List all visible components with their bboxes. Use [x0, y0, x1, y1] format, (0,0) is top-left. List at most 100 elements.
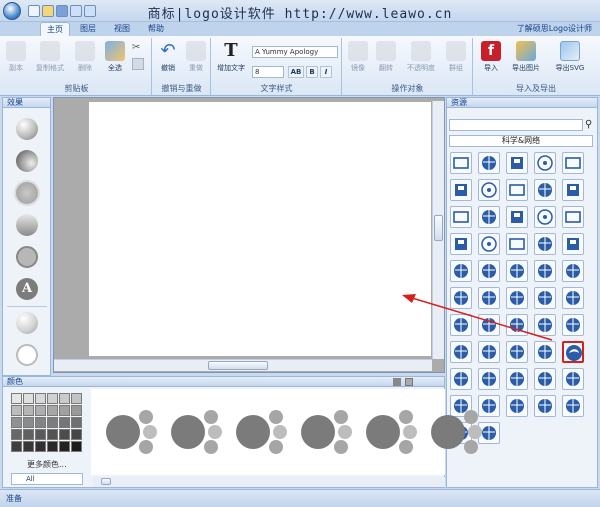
color-preview-item[interactable]	[170, 407, 235, 457]
resource-mouse-3-icon[interactable]	[562, 233, 584, 255]
color-swatch[interactable]	[23, 429, 34, 440]
resource-drive-icon[interactable]	[450, 233, 472, 255]
effect-gloss-button[interactable]	[16, 118, 38, 140]
resource-pc-icon[interactable]	[506, 206, 528, 228]
tab-help[interactable]: 帮助	[142, 22, 170, 36]
color-swatch[interactable]	[35, 441, 46, 452]
color-swatch[interactable]	[59, 393, 70, 404]
color-swatch[interactable]	[23, 393, 34, 404]
more-colors-link[interactable]: 更多颜色...	[27, 459, 67, 470]
effect-text-icon[interactable]: A	[16, 278, 38, 300]
learn-more-link[interactable]: 了解硕思Logo设计师	[517, 23, 592, 34]
resource-mouse-2-icon[interactable]	[506, 233, 528, 255]
resource-map-pieces-icon[interactable]	[562, 314, 584, 336]
color-swatch[interactable]	[71, 429, 82, 440]
resource-mouse-icon[interactable]	[478, 233, 500, 255]
resource-planet-icon[interactable]	[534, 368, 556, 390]
paste-icon[interactable]	[132, 58, 144, 70]
color-preview-item[interactable]	[430, 407, 495, 457]
bold-button[interactable]: B	[306, 66, 318, 78]
text-case-button[interactable]: AB	[288, 66, 304, 78]
resource-globe-grid-icon[interactable]	[562, 368, 584, 390]
export-image-button[interactable]: 导出图片	[506, 41, 546, 73]
flip-button[interactable]: 翻转	[373, 41, 399, 73]
resource-floppy-2-icon[interactable]	[562, 206, 584, 228]
color-swatch[interactable]	[47, 405, 58, 416]
resource-burst-icon[interactable]	[450, 368, 472, 390]
color-swatch[interactable]	[47, 441, 58, 452]
color-swatch[interactable]	[59, 429, 70, 440]
effect-none-button[interactable]	[16, 344, 38, 366]
search-icon[interactable]: ⚲	[585, 119, 592, 130]
delete-button[interactable]: 删除	[72, 41, 98, 73]
horizontal-scroll-thumb[interactable]	[208, 361, 268, 370]
resource-world-map-icon[interactable]	[478, 260, 500, 282]
resource-monitor-2-icon[interactable]	[562, 152, 584, 174]
colors-scroll-thumb[interactable]	[101, 478, 111, 485]
color-swatch[interactable]	[71, 405, 82, 416]
font-size-select[interactable]: 8	[252, 66, 284, 78]
effect-shadow-button[interactable]	[16, 150, 38, 172]
effect-border-button[interactable]	[16, 182, 38, 204]
resource-printer-2-icon[interactable]	[450, 206, 472, 228]
opacity-button[interactable]: 不透明度	[401, 41, 441, 73]
tab-home[interactable]: 主页	[40, 22, 70, 36]
resource-printer-icon[interactable]	[478, 179, 500, 201]
design-canvas[interactable]	[89, 102, 431, 356]
resource-floppy-icon[interactable]	[562, 179, 584, 201]
eyedropper-icon[interactable]	[393, 378, 401, 386]
resource-category-select[interactable]: 科学&网络	[449, 135, 593, 147]
color-swatch[interactable]	[35, 393, 46, 404]
color-swatch[interactable]	[11, 429, 22, 440]
color-preview-item[interactable]	[300, 407, 365, 457]
vertical-scroll-thumb[interactable]	[434, 215, 443, 241]
resource-computer-icon[interactable]	[534, 152, 556, 174]
resource-globe-arrow-icon[interactable]	[562, 395, 584, 417]
resource-monitor-chart-icon[interactable]	[506, 179, 528, 201]
resource-globe-icon[interactable]	[450, 260, 472, 282]
effect-emboss-button[interactable]	[16, 312, 38, 334]
resource-laptop-icon[interactable]	[478, 152, 500, 174]
resource-search-input[interactable]	[449, 119, 583, 131]
tab-layers[interactable]: 图层	[74, 22, 102, 36]
undo-button[interactable]: ↶ 撤销	[155, 41, 181, 73]
tab-view[interactable]: 视图	[108, 22, 136, 36]
colors-horizontal-scrollbar[interactable]	[93, 477, 445, 487]
resource-fax-icon[interactable]	[450, 179, 472, 201]
resource-scanner-icon[interactable]	[450, 152, 472, 174]
color-swatch[interactable]	[59, 417, 70, 428]
horizontal-scrollbar[interactable]	[54, 359, 432, 371]
color-swatch[interactable]	[47, 393, 58, 404]
resource-map-australia-icon[interactable]	[562, 287, 584, 309]
resource-map-africa-icon[interactable]	[562, 260, 584, 282]
color-swatch[interactable]	[23, 405, 34, 416]
color-swatch[interactable]	[35, 405, 46, 416]
resource-world-map-2-icon[interactable]	[506, 260, 528, 282]
color-preview-item[interactable]	[105, 407, 170, 457]
color-swatch[interactable]	[35, 429, 46, 440]
color-swatch[interactable]	[11, 417, 22, 428]
resource-network-icon[interactable]	[534, 206, 556, 228]
resource-world-map-3-icon[interactable]	[534, 260, 556, 282]
resource-dots-wave-icon[interactable]	[478, 368, 500, 390]
italic-button[interactable]: I	[320, 66, 332, 78]
resource-globe-lines-icon[interactable]	[534, 395, 556, 417]
color-swatch[interactable]	[23, 417, 34, 428]
export-svg-button[interactable]: 导出SVG	[550, 41, 590, 73]
copy-button[interactable]: 副本	[4, 41, 28, 73]
resource-keyboard-icon[interactable]	[478, 206, 500, 228]
import-button[interactable]: f 导入	[478, 41, 504, 73]
cut-icon[interactable]: ✂	[132, 42, 144, 54]
redo-button[interactable]: 重做	[183, 41, 209, 73]
color-swatch[interactable]	[35, 417, 46, 428]
color-swatch[interactable]	[23, 441, 34, 452]
format-painter-button[interactable]: 复制格式	[30, 41, 70, 73]
mirror-button[interactable]: 镜像	[345, 41, 371, 73]
color-swatch[interactable]	[47, 417, 58, 428]
color-preview-item[interactable]	[235, 407, 300, 457]
effect-gradient-button[interactable]	[16, 214, 38, 236]
color-settings-icon[interactable]	[405, 378, 413, 386]
color-swatch[interactable]	[11, 393, 22, 404]
effect-stroke-button[interactable]	[16, 246, 38, 268]
group-button[interactable]: 群组	[443, 41, 469, 73]
